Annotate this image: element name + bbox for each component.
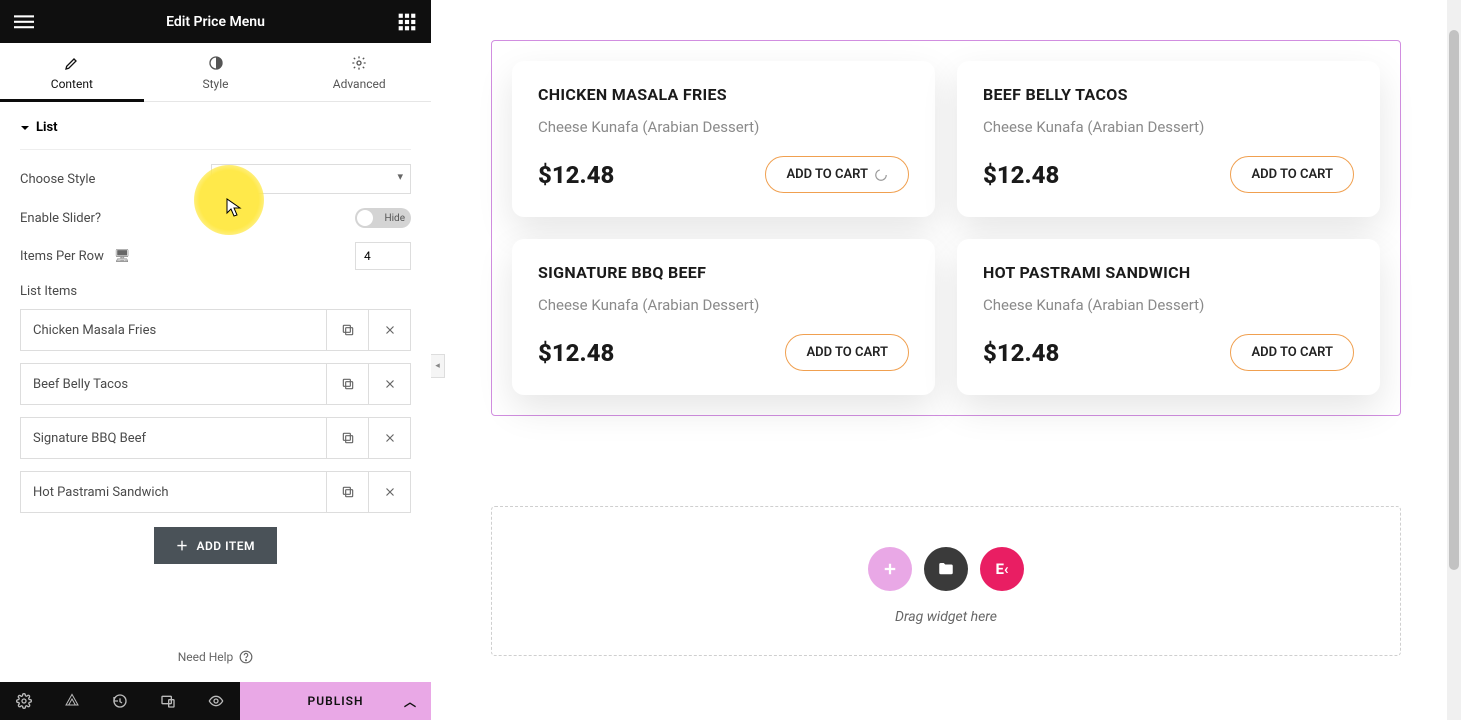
menu-card: BEEF BELLY TACOS Cheese Kunafa (Arabian …: [957, 61, 1380, 217]
items-per-row-row: Items Per Row 🖥: [20, 242, 411, 270]
price-menu-widget[interactable]: CHICKEN MASALA FRIES Cheese Kunafa (Arab…: [491, 40, 1401, 416]
choose-style-select-wrap: Card: [211, 164, 411, 194]
list-item[interactable]: Hot Pastrami Sandwich: [20, 471, 411, 513]
remove-item-button[interactable]: [368, 310, 410, 350]
tab-content-label: Content: [51, 77, 93, 91]
tab-style-label: Style: [203, 77, 229, 91]
sidebar-title: Edit Price Menu: [166, 14, 265, 30]
settings-icon[interactable]: [0, 682, 48, 720]
list-item-name: Hot Pastrami Sandwich: [21, 472, 326, 512]
duplicate-item-button[interactable]: [326, 472, 368, 512]
editor-sidebar: Edit Price Menu Content Style Advanced L…: [0, 0, 431, 720]
menu-card: HOT PASTRAMI SANDWICH Cheese Kunafa (Ara…: [957, 239, 1380, 395]
card-subtitle: Cheese Kunafa (Arabian Dessert): [538, 296, 909, 314]
elements-kit-button[interactable]: E‹: [980, 547, 1024, 591]
responsive-icon[interactable]: [144, 682, 192, 720]
choose-style-select[interactable]: Card: [211, 164, 411, 194]
menu-card: SIGNATURE BBQ BEEF Cheese Kunafa (Arabia…: [512, 239, 935, 395]
loading-spinner-icon: [874, 168, 888, 182]
add-to-cart-button[interactable]: ADD TO CART: [1230, 156, 1354, 193]
tab-style[interactable]: Style: [144, 43, 288, 101]
collapse-sidebar-handle[interactable]: ◂: [431, 354, 445, 378]
list-item-name: Chicken Masala Fries: [21, 310, 326, 350]
card-price: $12.48: [538, 339, 614, 367]
card-title: CHICKEN MASALA FRIES: [538, 85, 909, 104]
list-item[interactable]: Beef Belly Tacos: [20, 363, 411, 405]
menu-icon[interactable]: [14, 12, 34, 32]
enable-slider-label: Enable Slider?: [20, 211, 101, 226]
add-to-cart-button[interactable]: ADD TO CART: [785, 334, 909, 371]
card-price: $12.48: [538, 161, 614, 189]
add-to-cart-button[interactable]: ADD TO CART: [765, 156, 909, 193]
remove-item-button[interactable]: [368, 364, 410, 404]
drop-zone[interactable]: E‹ Drag widget here: [491, 506, 1401, 656]
caret-down-icon: [20, 123, 30, 133]
items-per-row-input[interactable]: [355, 242, 411, 270]
card-title: BEEF BELLY TACOS: [983, 85, 1354, 104]
enable-slider-toggle[interactable]: Hide: [355, 208, 411, 228]
card-title: SIGNATURE BBQ BEEF: [538, 263, 909, 282]
card-subtitle: Cheese Kunafa (Arabian Dessert): [983, 296, 1354, 314]
list-item[interactable]: Chicken Masala Fries: [20, 309, 411, 351]
toggle-knob: [357, 210, 373, 226]
content-panel: List Choose Style Card Enable Slider? Hi…: [0, 102, 431, 632]
duplicate-item-button[interactable]: [326, 310, 368, 350]
need-help-link[interactable]: Need Help: [0, 632, 431, 682]
preview-canvas: CHICKEN MASALA FRIES Cheese Kunafa (Arab…: [431, 0, 1461, 720]
history-icon[interactable]: [96, 682, 144, 720]
plus-icon: ＋: [176, 537, 189, 554]
sidebar-header: Edit Price Menu: [0, 0, 431, 43]
card-price: $12.48: [983, 161, 1059, 189]
card-subtitle: Cheese Kunafa (Arabian Dessert): [983, 118, 1354, 136]
navigator-icon[interactable]: [48, 682, 96, 720]
preview-icon[interactable]: [192, 682, 240, 720]
tab-content[interactable]: Content: [0, 43, 144, 101]
remove-item-button[interactable]: [368, 472, 410, 512]
publish-button[interactable]: PUBLISH ︿: [240, 682, 431, 720]
help-icon: [239, 650, 253, 664]
widgets-grid-icon[interactable]: [397, 12, 417, 32]
card-price: $12.48: [983, 339, 1059, 367]
add-to-cart-button[interactable]: ADD TO CART: [1230, 334, 1354, 371]
items-per-row-label: Items Per Row: [20, 249, 104, 264]
scrollbar-thumb[interactable]: [1449, 30, 1459, 570]
sidebar-footer: PUBLISH ︿: [0, 682, 431, 720]
template-library-button[interactable]: [924, 547, 968, 591]
publish-label: PUBLISH: [308, 694, 364, 708]
responsive-device-icon[interactable]: 🖥: [114, 249, 131, 264]
enable-slider-row: Enable Slider? Hide: [20, 208, 411, 228]
canvas-scrollbar[interactable]: [1447, 0, 1461, 720]
section-list-header[interactable]: List: [20, 102, 411, 150]
tab-advanced-label: Advanced: [333, 77, 386, 91]
list-items-label: List Items: [20, 284, 411, 299]
add-item-button[interactable]: ＋ ADD ITEM: [154, 527, 277, 564]
chevron-up-icon[interactable]: ︿: [404, 693, 417, 710]
add-section-button[interactable]: [868, 547, 912, 591]
toggle-state-label: Hide: [384, 213, 405, 224]
tab-advanced[interactable]: Advanced: [287, 43, 431, 101]
card-title: HOT PASTRAMI SANDWICH: [983, 263, 1354, 282]
duplicate-item-button[interactable]: [326, 364, 368, 404]
menu-card: CHICKEN MASALA FRIES Cheese Kunafa (Arab…: [512, 61, 935, 217]
list-item-name: Signature BBQ Beef: [21, 418, 326, 458]
section-list-title: List: [36, 120, 58, 135]
card-subtitle: Cheese Kunafa (Arabian Dessert): [538, 118, 909, 136]
duplicate-item-button[interactable]: [326, 418, 368, 458]
list-item[interactable]: Signature BBQ Beef: [20, 417, 411, 459]
add-item-label: ADD ITEM: [196, 539, 255, 553]
drop-zone-text: Drag widget here: [492, 609, 1400, 625]
sidebar-tabs: Content Style Advanced: [0, 43, 431, 102]
choose-style-row: Choose Style Card: [20, 164, 411, 194]
choose-style-label: Choose Style: [20, 172, 95, 187]
remove-item-button[interactable]: [368, 418, 410, 458]
list-item-name: Beef Belly Tacos: [21, 364, 326, 404]
